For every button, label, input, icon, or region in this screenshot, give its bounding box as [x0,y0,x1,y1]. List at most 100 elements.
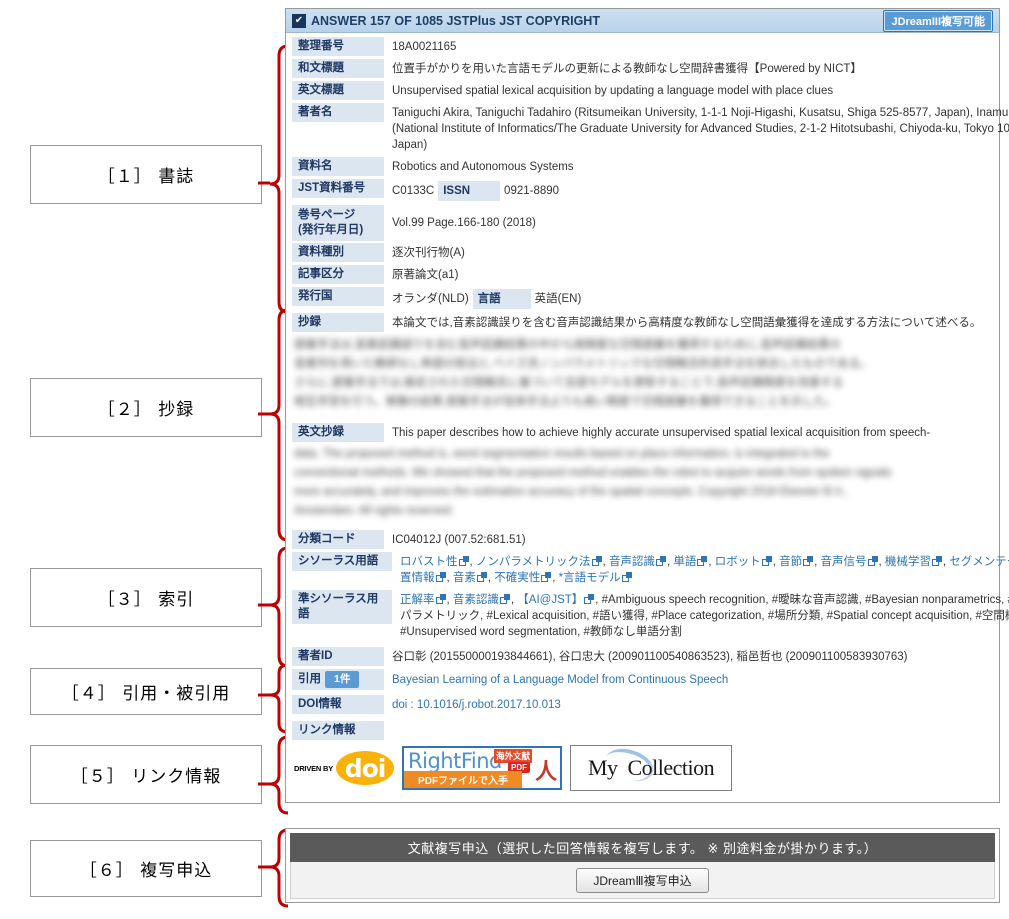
field-row-jst-shiryo-bango: JST資料番号 C0133C ISSN 0921-8890 [286,178,999,204]
annotation-box-3: ［３］ 索引 [30,568,262,627]
thesaurus-term-link[interactable]: 単語 [673,556,696,568]
external-link-icon[interactable] [499,594,510,604]
external-link-icon[interactable] [867,556,878,566]
field-value-inyo: Bayesian Learning of a Language Model fr… [384,670,999,690]
thesaurus-term-link[interactable]: ロボット [715,556,761,568]
thesaurus-term-link[interactable]: 正解率 [400,594,435,606]
annotation-label-4: ［４］ 引用・被引用 [61,684,231,704]
copy-request-heading: 文献複写申込（選択した回答情報を複写します。 ※ 別途料金が掛かります。） [290,833,995,862]
copy-request-body: JDreamⅢ複写申込 [290,862,995,899]
field-value-kiji-kubun: 原著論文(a1) [392,269,459,281]
annotation-label-2: ［２］ 抄録 [97,400,195,420]
record-header: ✔ ANSWER 157 OF 1085 JSTPlus JST COPYRIG… [286,9,999,33]
field-row-shiryomei: 資料名 Robotics and Autonomous Systems [286,156,999,178]
external-link-icon[interactable] [697,556,708,566]
field-row-inyo: 引用 1件 Bayesian Learning of a Language Mo… [286,668,999,691]
rightfind-button[interactable]: RightFind ™ 海外文献 PDF 人 PDFファイルで入手 [402,746,563,790]
eibun-shoroku-blurred-line: data. The proposed method is, word segme… [294,448,830,460]
field-value-seiri-bango: 18A0021165 [392,41,457,53]
thesaurus-term-link[interactable]: 音素認識 [453,594,499,606]
rightfind-get-pdf-label: PDFファイルで入手 [404,771,523,788]
field-label-inyo: 引用 1件 [292,669,384,690]
inyo-citation-link[interactable]: Bayesian Learning of a Language Model fr… [392,674,728,686]
thesaurus-term-link[interactable]: 音素 [453,572,476,584]
acrobat-icon: 人 [535,760,558,785]
field-label-eibun-shoroku: 英文抄録 [292,423,384,442]
field-label-issn: ISSN [438,181,501,201]
field-row-shiryo-shubetsu: 資料種別 逐次刊行物(A) [286,242,999,264]
field-value-shoroku: 本論文では,音素認識誤りを含む音声認識結果から高精度な教師なし空間語彙獲得を達成… [392,317,982,329]
annotation-box-4: ［４］ 引用・被引用 [30,668,262,715]
field-row-wabun-hyodai: 和文標題 位置手がかりを用いた言語モデルの更新による教師なし空間辞書獲得【Pow… [286,58,999,80]
field-row-hakkokoku: 発行国 オランダ(NLD) 言語 英語(EN) [286,286,999,312]
record-checkbox[interactable]: ✔ [292,13,306,28]
field-row-eibun-shoroku: 英文抄録 This paper describes how to achieve… [286,422,999,444]
field-label-kiji-kubun: 記事区分 [292,265,384,284]
doi-link[interactable]: doi : 10.1016/j.robot.2017.10.013 [392,699,561,711]
doi-logo-button[interactable]: DRIVEN BY doi [294,751,395,785]
field-label-shoroku: 抄録 [292,313,384,332]
jdream-copy-request-button[interactable]: JDreamⅢ複写申込 [576,867,709,893]
field-row-bunrui-code: 分類コード IC04012J (007.52:681.51) [286,529,999,551]
mycollection-button[interactable]: My Collection [570,743,733,791]
thesaurus-term-link[interactable]: ノンパラメトリック法 [476,556,591,568]
annotation-box-2: ［２］ 抄録 [30,378,262,437]
external-link-icon[interactable] [476,572,487,582]
inyo-label-text: 引用 [298,673,321,685]
shoroku-blurred-line: 相互学習を行う。実験の結果,提案手法が従来手法よりも高い精度で空間語彙を獲得でき… [294,396,837,408]
field-value-gengo: 英語(EN) [534,293,582,305]
external-link-icon[interactable] [435,572,446,582]
field-value-quasi-thesaurus: 正解率, 音素認識, 【AI@JST】, #Ambiguous speech r… [392,590,1009,642]
field-value-hakkokoku: オランダ(NLD) 言語 英語(EN) [384,287,999,311]
field-label-chosha: 著者名 [292,103,384,122]
field-value-jst-shiryo-bango: C0133C ISSN 0921-8890 [384,179,999,203]
external-link-icon[interactable] [584,594,595,604]
thesaurus-term-link[interactable]: 【AI@JST】 [517,594,583,606]
field-row-thesaurus: シソーラス用語 ロバスト性, ノンパラメトリック法, 音声認識, 単語, ロボッ… [286,551,1009,589]
shoroku-blurred-line: 提案手法は,音素認識誤りを含む音声認識結果の中から高精度な空間語彙を獲得するため… [294,339,841,351]
external-link-icon[interactable] [435,594,446,604]
field-value-bunrui-code: IC04012J (007.52:681.51) [392,534,526,546]
jdream-copy-available-badge[interactable]: JDreamIII複写可能 [883,9,993,32]
field-label-doi: DOI情報 [292,695,384,714]
annotation-label-5: ［５］ リンク情報 [70,767,222,787]
annotation-label-3: ［３］ 索引 [97,590,195,610]
external-link-icon[interactable] [655,556,666,566]
field-label-gengo: 言語 [472,289,531,309]
shoroku-blurred-line: さらに,提案手法では,推定された空間概念に基づいて言語モデルを更新することで,音… [294,377,844,389]
field-row-kiji-kubun: 記事区分 原著論文(a1) [286,264,999,286]
kangopage-label-line2: (発行年月日) [298,224,364,236]
external-link-icon[interactable] [458,556,469,566]
field-value-eibun-shoroku: This paper describes how to achieve high… [392,427,931,439]
field-value-doi: doi : 10.1016/j.robot.2017.10.013 [384,695,999,715]
field-row-chosha: 著者名 Taniguchi Akira, Taniguchi Tadahiro … [286,102,1009,156]
field-label-wabun-hyodai: 和文標題 [292,59,384,78]
mycollection-label: My Collection [588,755,715,781]
kangopage-label-line1: 巻号ページ [298,209,356,221]
thesaurus-term-link[interactable]: ロバスト性 [400,556,458,568]
field-value-shiryo-shubetsu: 逐次刊行物(A) [392,247,465,259]
external-link-icon[interactable] [621,572,632,582]
thesaurus-term-link[interactable]: 音節 [779,556,802,568]
thesaurus-term-link[interactable]: 音声認識 [609,556,655,568]
field-row-quasi-thesaurus: 準シソーラス用語 正解率, 音素認識, 【AI@JST】, #Ambiguous… [286,589,1009,643]
thesaurus-term-link[interactable]: セグメンテーション [949,556,1009,568]
external-link-icon[interactable] [803,556,814,566]
field-label-shiryo-shubetsu: 資料種別 [292,243,384,262]
thesaurus-term-link[interactable]: 音声信号 [821,556,867,568]
record-title: ANSWER 157 OF 1085 JSTPlus JST COPYRIGHT [311,13,600,28]
external-link-icon[interactable] [541,572,552,582]
inyo-count-badge[interactable]: 1件 [325,671,360,688]
rightfind-kaigai-tag: 海外文献 [494,749,533,763]
external-link-icon[interactable] [591,556,602,566]
thesaurus-term-link[interactable]: *言語モデル [559,572,621,584]
thesaurus-term-link[interactable]: 機械学習 [885,556,931,568]
record-card: ✔ ANSWER 157 OF 1085 JSTPlus JST COPYRIG… [285,8,1009,803]
eibun-shoroku-blurred-line: Amsterdam. All rights reserved. [294,505,454,517]
field-label-eibun-hyodai: 英文標題 [292,81,384,100]
external-link-icon[interactable] [931,556,942,566]
field-label-jst-shiryo-bango: JST資料番号 [292,179,384,198]
thesaurus-term-link[interactable]: 不確実性 [494,572,540,584]
field-label-kangopage: 巻号ページ (発行年月日) [292,205,384,241]
external-link-icon[interactable] [761,556,772,566]
